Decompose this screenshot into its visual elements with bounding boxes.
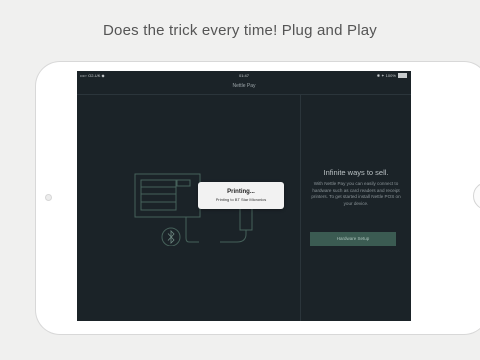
battery-icon [398,73,407,79]
status-right: ✱ ✦ 100% [376,73,407,79]
toast-title: Printing... [227,189,255,195]
printing-toast: Printing... Printing to BT Star Micronic… [198,182,284,209]
hardware-setup-button[interactable]: Hardware Setup [310,232,396,246]
battery-percent: ✱ ✦ 100% [376,73,396,78]
toast-subtitle: Printing to BT Star Micronics [215,197,267,202]
panel-title: Infinite ways to sell. [323,168,389,177]
home-button[interactable] [473,182,480,210]
promo-headline: Does the trick every time! Plug and Play [103,22,377,39]
status-bar: ••••◦ O2-UK ◆ 01:47 ✱ ✦ 100% [77,71,411,80]
nav-bar: Nettle Pay [77,80,411,95]
app-screen: ••••◦ O2-UK ◆ 01:47 ✱ ✦ 100% Nettle Pay [77,71,411,321]
nav-title: Nettle Pay [232,83,256,89]
bluetooth-icon [161,227,181,246]
panel-description: With Nettle Pay you can easily connect t… [311,181,401,206]
hardware-panel: Infinite ways to sell. With Nettle Pay y… [301,95,411,321]
status-time: 01:47 [238,73,249,78]
camera-icon [45,194,52,201]
